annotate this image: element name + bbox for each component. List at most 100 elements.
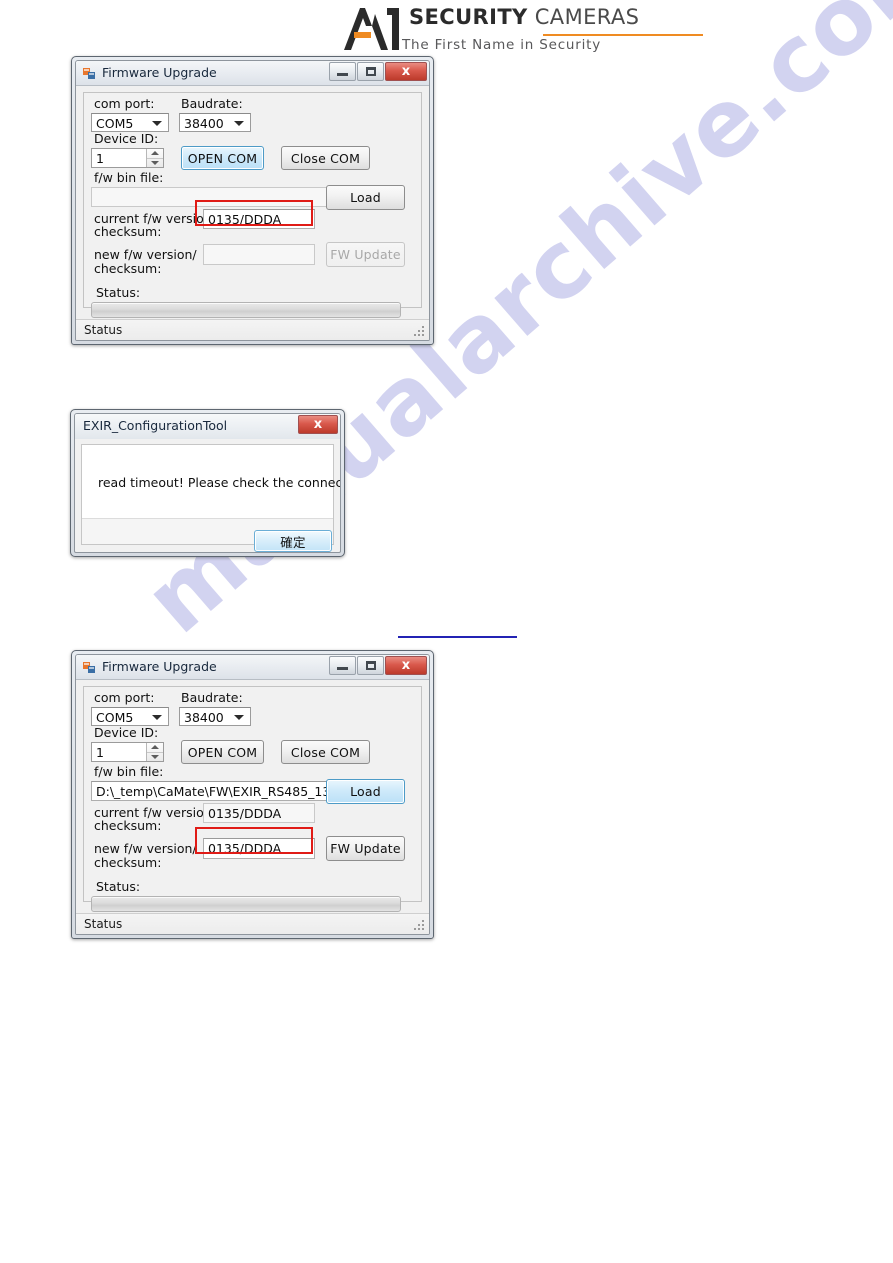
fw-update-button[interactable]: FW Update bbox=[326, 242, 405, 267]
window-2-caption-buttons[interactable]: x bbox=[329, 656, 427, 675]
new-version-input[interactable] bbox=[203, 244, 315, 265]
chevron-down-icon bbox=[234, 714, 244, 720]
close-button[interactable]: x bbox=[385, 656, 427, 675]
load-button[interactable]: Load bbox=[326, 185, 405, 210]
maximize-button[interactable] bbox=[357, 62, 384, 81]
vb-form-icon bbox=[83, 68, 95, 79]
chevron-down-icon bbox=[152, 120, 162, 126]
label-com-port: com port: bbox=[94, 690, 155, 705]
new-version-input[interactable]: 0135/DDDA bbox=[203, 838, 315, 859]
dialog-title: EXIR_ConfigurationTool bbox=[83, 418, 228, 433]
arrow-up-icon bbox=[151, 745, 159, 750]
device-id-stepper[interactable]: 1 bbox=[91, 742, 164, 762]
label-device-id: Device ID: bbox=[94, 725, 159, 740]
device-id-increment[interactable] bbox=[147, 743, 163, 752]
dialog-message: read timeout! Please check the connectio… bbox=[98, 475, 340, 490]
minimize-icon bbox=[330, 63, 355, 80]
device-id-value: 1 bbox=[96, 745, 104, 760]
dialog-caption-buttons[interactable]: x bbox=[298, 415, 338, 434]
window-2-statusbar: Status bbox=[76, 913, 429, 934]
exir-configuration-tool-dialog[interactable]: EXIR_ConfigurationTool x read timeout! P… bbox=[70, 409, 345, 557]
close-com-button[interactable]: Close COM bbox=[281, 146, 370, 170]
device-id-spin-buttons[interactable] bbox=[146, 149, 163, 167]
bin-file-value: D:\_temp\CaMate\FW\EXIR_RS485_135_CSD bbox=[96, 784, 329, 799]
bin-file-input[interactable]: D:\_temp\CaMate\FW\EXIR_RS485_135_CSD bbox=[91, 781, 331, 801]
window-1-titlebar[interactable]: Firmware Upgrade x bbox=[76, 61, 429, 86]
device-id-decrement[interactable] bbox=[147, 157, 163, 168]
window-1-statusbar: Status bbox=[76, 319, 429, 340]
brand-name-bold: SECURITY bbox=[409, 5, 528, 29]
minimize-icon bbox=[330, 657, 355, 674]
baudrate-combo[interactable]: 38400 bbox=[179, 113, 251, 132]
label-current-checksum: checksum: bbox=[94, 224, 162, 239]
current-version-value: 0135/DDDA bbox=[208, 806, 282, 821]
label-new-version: new f/w version/ bbox=[94, 841, 197, 856]
close-icon: x bbox=[401, 658, 411, 673]
new-version-value: 0135/DDDA bbox=[208, 841, 282, 856]
label-com-port: com port: bbox=[94, 96, 155, 111]
label-baudrate: Baudrate: bbox=[181, 690, 243, 705]
label-device-id: Device ID: bbox=[94, 131, 159, 146]
window-2-frame: Firmware Upgrade x com port: COM5 Baudra… bbox=[75, 654, 430, 935]
brand-name-light: CAMERAS bbox=[534, 5, 640, 29]
resize-grip-icon[interactable] bbox=[414, 920, 425, 931]
baudrate-value: 38400 bbox=[184, 710, 224, 725]
label-new-checksum: checksum: bbox=[94, 261, 162, 276]
close-button[interactable]: x bbox=[385, 62, 427, 81]
dialog-titlebar[interactable]: EXIR_ConfigurationTool x bbox=[75, 414, 340, 439]
a1-logo-mark-icon bbox=[344, 8, 399, 50]
vb-form-icon bbox=[83, 662, 95, 673]
window-1-client: com port: COM5 Baudrate: 38400 Device ID… bbox=[76, 86, 429, 340]
baudrate-combo[interactable]: 38400 bbox=[179, 707, 251, 726]
label-current-checksum: checksum: bbox=[94, 818, 162, 833]
com-port-combo[interactable]: COM5 bbox=[91, 707, 169, 726]
label-bin-file: f/w bin file: bbox=[94, 170, 164, 185]
baudrate-value: 38400 bbox=[184, 116, 224, 131]
firmware-upgrade-window-2[interactable]: Firmware Upgrade x com port: COM5 Baudra… bbox=[71, 650, 434, 939]
label-status: Status: bbox=[96, 285, 141, 300]
dialog-message-area: read timeout! Please check the connectio… bbox=[82, 445, 340, 519]
device-id-increment[interactable] bbox=[147, 149, 163, 158]
label-bin-file: f/w bin file: bbox=[94, 764, 164, 779]
label-status: Status: bbox=[96, 879, 141, 894]
load-button[interactable]: Load bbox=[326, 779, 405, 804]
minimize-button[interactable] bbox=[329, 62, 356, 81]
window-2-titlebar[interactable]: Firmware Upgrade x bbox=[76, 655, 429, 680]
current-version-value: 0135/DDDA bbox=[208, 212, 282, 227]
brand-logo: SECURITY CAMERAS The First Name in Secur… bbox=[341, 4, 703, 54]
status-progress-bar bbox=[91, 302, 401, 318]
maximize-button[interactable] bbox=[357, 656, 384, 675]
current-version-input[interactable]: 0135/DDDA bbox=[203, 209, 315, 229]
close-com-button[interactable]: Close COM bbox=[281, 740, 370, 764]
arrow-down-icon bbox=[151, 160, 159, 165]
open-com-button[interactable]: OPEN COM bbox=[181, 146, 264, 170]
fw-update-button[interactable]: FW Update bbox=[326, 836, 405, 861]
dialog-close-button[interactable]: x bbox=[298, 415, 338, 434]
bin-file-input[interactable] bbox=[91, 187, 331, 207]
resize-grip-icon[interactable] bbox=[414, 326, 425, 337]
maximize-icon bbox=[358, 63, 383, 80]
com-port-combo[interactable]: COM5 bbox=[91, 113, 169, 132]
arrow-down-icon bbox=[151, 754, 159, 759]
window-2-title: Firmware Upgrade bbox=[102, 659, 217, 674]
device-id-decrement[interactable] bbox=[147, 751, 163, 762]
status-progress-bar bbox=[91, 896, 401, 912]
window-1-title: Firmware Upgrade bbox=[102, 65, 217, 80]
maximize-icon bbox=[358, 657, 383, 674]
window-2-client: com port: COM5 Baudrate: 38400 Device ID… bbox=[76, 680, 429, 934]
open-com-button[interactable]: OPEN COM bbox=[181, 740, 264, 764]
chevron-down-icon bbox=[234, 120, 244, 126]
close-icon: x bbox=[401, 64, 411, 79]
device-id-stepper[interactable]: 1 bbox=[91, 148, 164, 168]
window-1-caption-buttons[interactable]: x bbox=[329, 62, 427, 81]
current-version-input[interactable]: 0135/DDDA bbox=[203, 803, 315, 823]
dialog-ok-button[interactable]: 確定 bbox=[254, 530, 332, 552]
statusbar-label: Status bbox=[84, 323, 123, 337]
device-id-spin-buttons[interactable] bbox=[146, 743, 163, 761]
dialog-frame: EXIR_ConfigurationTool x read timeout! P… bbox=[74, 413, 341, 553]
window-1-frame: Firmware Upgrade x com port: COM5 Baudra… bbox=[75, 60, 430, 341]
minimize-button[interactable] bbox=[329, 656, 356, 675]
dialog-body: read timeout! Please check the connectio… bbox=[81, 444, 340, 552]
device-id-value: 1 bbox=[96, 151, 104, 166]
firmware-upgrade-window-1[interactable]: Firmware Upgrade x com port: COM5 Baudra… bbox=[71, 56, 434, 345]
